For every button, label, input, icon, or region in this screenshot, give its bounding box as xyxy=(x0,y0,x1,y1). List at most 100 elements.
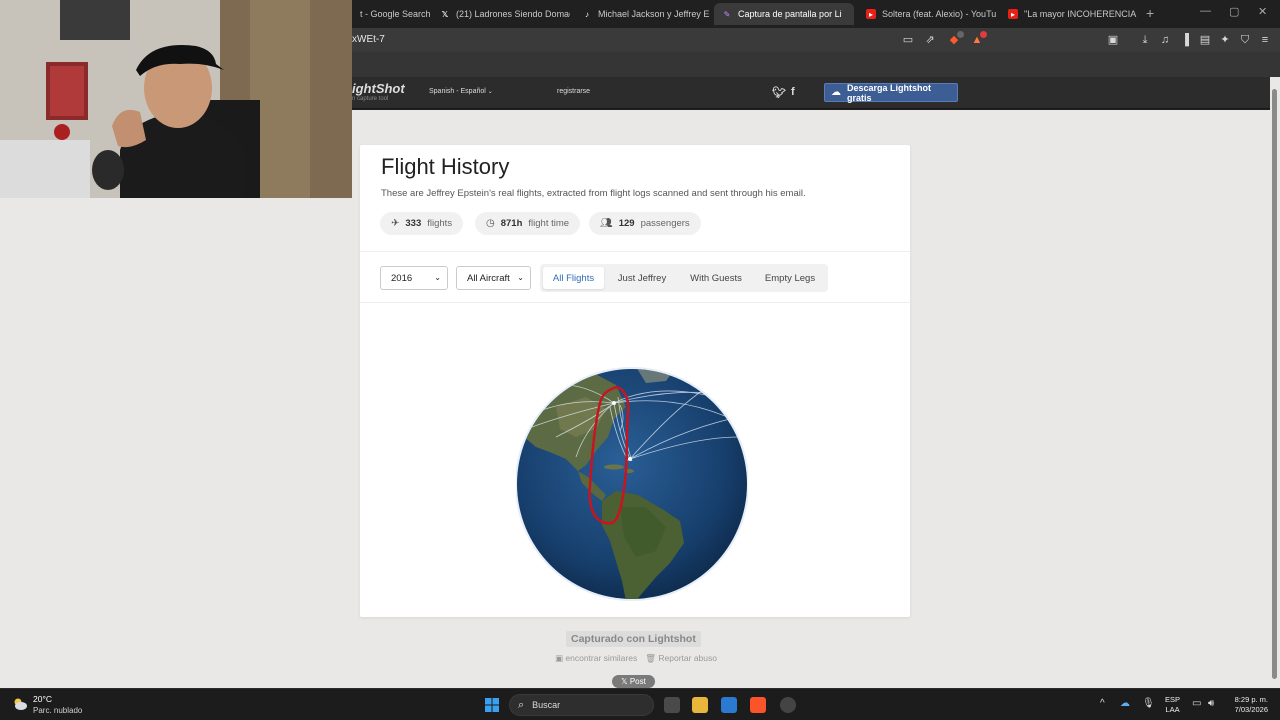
airport-marker xyxy=(628,457,632,461)
lightshot-logo[interactable]: ightShot xyxy=(352,81,405,96)
cloud-sync-icon[interactable]: ☁ xyxy=(1120,698,1130,709)
facebook-icon[interactable]: f xyxy=(791,86,795,98)
weather-description[interactable]: Parc. nublado xyxy=(33,706,82,715)
sidebar-icon[interactable]: ▐ xyxy=(1178,33,1192,47)
tab-google-search[interactable]: t - Google Search xyxy=(352,3,430,25)
wallet-icon[interactable]: ▤ xyxy=(1198,33,1212,47)
language-selector[interactable]: Spanish - Español ⌄ xyxy=(429,88,493,95)
report-abuse-link[interactable]: 🗑︎ Reportar abuso xyxy=(645,653,717,664)
flight-globe[interactable] xyxy=(515,367,749,601)
post-label: Post xyxy=(629,677,646,686)
tab-tiktok[interactable]: ♪ Michael Jackson y Jeffrey Epste xyxy=(574,3,710,25)
media-icon[interactable]: ♫ xyxy=(1158,33,1172,47)
tab-label: t - Google Search xyxy=(360,9,430,19)
report-label: Reportar abuso xyxy=(658,653,717,663)
cast-icon[interactable]: ▭ xyxy=(901,33,915,47)
twitter-icon[interactable]: 🐦︎ xyxy=(772,86,786,99)
airport-marker xyxy=(612,401,616,405)
url-field[interactable]: xWEt-7 xyxy=(352,34,385,45)
lang-top: ESP xyxy=(1165,695,1181,704)
caribbean-islands xyxy=(604,464,624,470)
stat-value: 129 xyxy=(618,218,635,229)
brave-rewards-icon[interactable]: ▲ xyxy=(970,31,987,47)
find-similar-label: encontrar similares xyxy=(565,653,638,663)
tab-label: (21) Ladrones Siendo Domad xyxy=(456,9,570,19)
downloads-icon[interactable]: ⤓ xyxy=(1138,33,1152,47)
close-window-icon[interactable]: ✕ xyxy=(1258,5,1267,18)
microphone xyxy=(92,150,124,190)
weather-temperature[interactable]: 20°C xyxy=(33,694,52,704)
tray-overflow-icon[interactable]: ^ xyxy=(1100,698,1105,709)
clock-time: 8:29 p. m. xyxy=(1234,695,1268,704)
lightshot-icon: ✎ xyxy=(723,9,731,19)
share-icon[interactable]: ⇗ xyxy=(923,33,937,47)
divider xyxy=(360,302,910,303)
search-icon: ⌕ xyxy=(518,698,525,711)
network-icon[interactable]: ▭ xyxy=(1192,698,1201,709)
tab-empty-legs[interactable]: Empty Legs xyxy=(754,267,826,289)
store-icon[interactable] xyxy=(721,697,737,713)
maximize-icon[interactable]: ▢ xyxy=(1229,5,1239,18)
input-language[interactable]: ESP LAA xyxy=(1165,695,1180,715)
new-tab-icon[interactable]: + xyxy=(1146,5,1154,21)
search-label: Buscar xyxy=(532,700,561,710)
webcam-image xyxy=(0,0,352,198)
find-similar-link[interactable]: ▣ encontrar similares xyxy=(555,653,637,664)
aircraft-select[interactable]: All Aircraft ⌄ xyxy=(456,266,531,290)
x-post-button[interactable]: 𝕏 Post xyxy=(612,675,655,688)
page-description: These are Jeffrey Epstein's real flights… xyxy=(381,188,806,199)
brave-browser-icon[interactable] xyxy=(750,697,766,713)
download-label: Descarga Lightshot gratis xyxy=(847,82,932,103)
chevron-down-icon: ⌄ xyxy=(434,273,441,282)
flight-filter-tabs: All Flights Just Jeffrey With Guests Emp… xyxy=(540,264,828,292)
task-view-icon[interactable] xyxy=(664,697,680,713)
tab-youtube-soltera[interactable]: ▸ Soltera (feat. Alexio) - YouTube xyxy=(858,3,996,25)
tab-label: Captura de pantalla por Li xyxy=(738,9,842,19)
stat-value: 333 xyxy=(405,218,422,229)
download-lightshot-button[interactable]: ☁ Descarga Lightshot gratis xyxy=(824,82,958,103)
register-link[interactable]: registrarse xyxy=(557,88,590,95)
divider xyxy=(360,251,910,252)
webcam-overlay xyxy=(0,0,352,198)
x-icon: 𝕏 xyxy=(441,9,449,19)
file-explorer-icon[interactable] xyxy=(692,697,708,713)
tab-lightshot[interactable]: ✎ Captura de pantalla por Li ✕ xyxy=(714,3,854,25)
airplane-icon: ✈ xyxy=(391,218,400,229)
trash-icon: 🗑︎ xyxy=(645,653,657,663)
tab-search-icon[interactable]: ▣ xyxy=(1106,33,1120,47)
taskbar-search[interactable]: ⌕ Buscar xyxy=(509,694,654,716)
brave-badge xyxy=(957,31,964,38)
clock-date: 7/03/2026 xyxy=(1234,705,1268,714)
tab-all-flights[interactable]: All Flights xyxy=(543,267,604,289)
x-icon: 𝕏 xyxy=(621,677,628,686)
app-icon[interactable] xyxy=(780,697,796,713)
tab-label: Soltera (feat. Alexio) - YouTube xyxy=(882,9,996,19)
microphone-icon[interactable]: 🎙︎ xyxy=(1142,698,1155,709)
volume-icon[interactable]: 🔊︎ xyxy=(1208,698,1214,709)
page-scrollbar[interactable] xyxy=(1270,77,1280,688)
windows-start-icon[interactable] xyxy=(484,697,500,713)
leo-ai-icon[interactable]: ✦ xyxy=(1218,33,1232,47)
lightshot-header: ightShot n capture tool Spanish - Españo… xyxy=(352,77,1270,109)
rewards-badge xyxy=(980,31,987,38)
captured-label: Capturado con Lightshot xyxy=(566,631,701,647)
weather-cloud-icon[interactable] xyxy=(12,696,28,712)
chevron-down-icon: ⌄ xyxy=(517,273,524,282)
menu-icon[interactable]: ≡ xyxy=(1258,33,1272,47)
scrollbar-thumb[interactable] xyxy=(1272,89,1277,679)
stat-passengers: 👥︎ 129 passengers xyxy=(589,212,701,235)
aircraft-value: All Aircraft xyxy=(467,272,510,284)
stat-label: flight time xyxy=(528,218,570,229)
clock-icon: ◷ xyxy=(486,218,495,229)
tiktok-icon: ♪ xyxy=(585,9,589,19)
brave-shields-icon[interactable]: ◆ xyxy=(947,31,964,47)
system-clock[interactable]: 8:29 p. m. 7/03/2026 xyxy=(1226,695,1268,715)
tab-just-jeffrey[interactable]: Just Jeffrey xyxy=(606,267,678,289)
tab-x-post[interactable]: 𝕏 (21) Ladrones Siendo Domad xyxy=(432,3,570,25)
vpn-icon[interactable]: ⛉ xyxy=(1238,33,1252,47)
minimize-icon[interactable]: — xyxy=(1200,5,1211,17)
tab-youtube-incoherencia[interactable]: ▸ "La mayor INCOHERENCIA de xyxy=(1000,3,1138,25)
lang-bottom: LAA xyxy=(1165,705,1180,714)
tab-with-guests[interactable]: With Guests xyxy=(681,267,751,289)
year-select[interactable]: 2016 ⌄ xyxy=(380,266,448,290)
